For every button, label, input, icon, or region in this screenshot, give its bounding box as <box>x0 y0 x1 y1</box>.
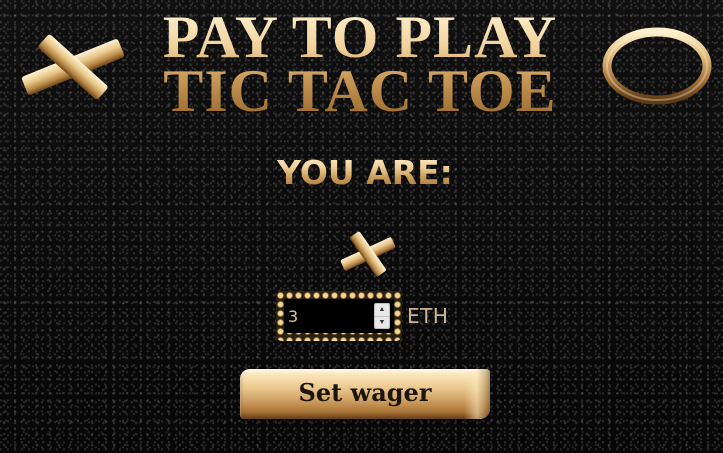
gold-x-icon <box>21 34 125 100</box>
wager-stepper[interactable]: ▲ ▼ <box>374 303 390 329</box>
player-x-icon <box>340 231 396 277</box>
gold-ring-o-icon <box>602 27 712 105</box>
title-line-1: PAY TO PLAY <box>162 4 558 70</box>
wager-amount-input[interactable] <box>284 299 374 333</box>
player-label: YOU ARE: <box>200 153 530 193</box>
stepper-down-button[interactable]: ▼ <box>375 317 389 329</box>
wager-input-container: ▲ ▼ <box>284 299 394 333</box>
title-line-2: TIC TAC TOE <box>163 58 557 124</box>
set-wager-button[interactable]: Set wager <box>240 369 490 419</box>
currency-label: ETH <box>407 304 449 328</box>
set-wager-label: Set wager <box>298 378 432 407</box>
stepper-up-button[interactable]: ▲ <box>375 304 389 317</box>
wager-input-frame: ▲ ▼ <box>276 291 402 341</box>
game-title: PAY TO PLAY TIC TAC TOE <box>120 10 600 118</box>
